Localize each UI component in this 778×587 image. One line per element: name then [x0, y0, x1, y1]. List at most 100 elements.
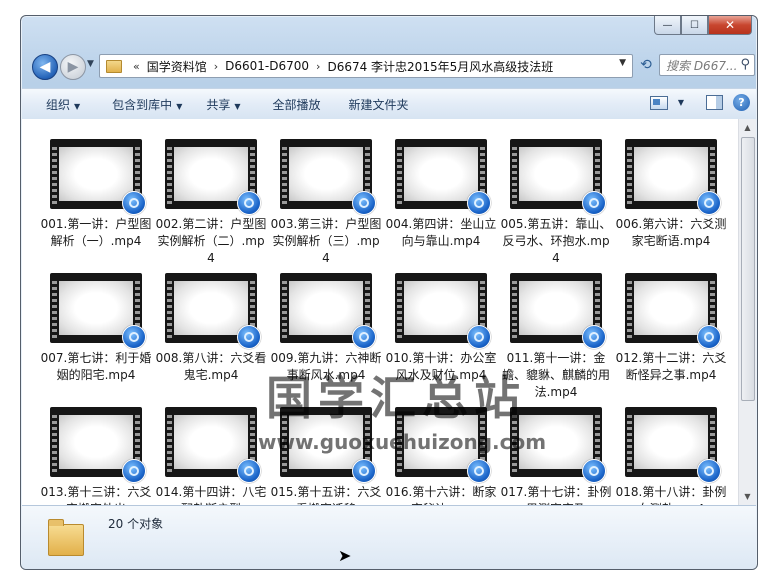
file-name: 009.第九讲：六神断事断风水.mp4: [270, 351, 382, 382]
file-name: 016.第十六讲：断家宅秘诀——: [385, 485, 497, 505]
maximize-button[interactable]: ☐: [681, 16, 708, 35]
help-icon[interactable]: ?: [733, 94, 750, 111]
media-player-icon: [352, 459, 376, 483]
vertical-scrollbar[interactable]: ▲ ▼: [738, 119, 756, 505]
film-strip: [282, 412, 287, 474]
file-item[interactable]: 002.第二讲：户型图实例解析（二）.mp4: [156, 139, 276, 269]
explorer-window: — ☐ ✕ ◀ ▶ ▼ « 国学资料馆 › D6601-D6700 › D667…: [20, 15, 758, 570]
file-name: 006.第六讲：六爻测家宅断语.mp4: [615, 217, 727, 248]
file-item[interactable]: 017.第十七讲：卦例男测家宅及: [501, 407, 621, 505]
breadcrumb-overflow[interactable]: «: [133, 60, 140, 73]
file-item[interactable]: 016.第十六讲：断家宅秘诀——: [386, 407, 506, 505]
scrollbar-thumb[interactable]: [741, 137, 755, 401]
play-all-button[interactable]: 全部播放: [253, 96, 333, 113]
forward-button[interactable]: ▶: [60, 54, 86, 80]
video-frame: [404, 147, 478, 201]
film-strip: [397, 144, 402, 206]
share-label: 共享: [206, 97, 231, 112]
scroll-up-button[interactable]: ▲: [739, 119, 756, 136]
video-frame: [174, 281, 248, 335]
media-player-icon: [697, 191, 721, 215]
film-strip: [512, 144, 517, 206]
file-item[interactable]: 006.第六讲：六爻测家宅断语.mp4: [616, 139, 736, 269]
change-view-icon[interactable]: [649, 95, 668, 110]
file-name: 013.第十三讲：六爻定搬家外出: [40, 485, 152, 505]
file-item[interactable]: 013.第十三讲：六爻定搬家外出: [41, 407, 161, 505]
video-frame: [519, 147, 593, 201]
media-player-icon: [237, 191, 261, 215]
file-item[interactable]: 015.第十五讲：六爻看搬家迁移: [271, 407, 391, 505]
search-input[interactable]: 搜索 D667... ⚲: [659, 54, 755, 76]
video-frame: [404, 281, 478, 335]
video-frame: [634, 147, 708, 201]
file-name: 001.第一讲：户型图解析（一）.mp4: [40, 217, 152, 248]
file-item[interactable]: 011.第十一讲：金蟾、貔貅、麒麟的用法.mp4: [502, 273, 621, 403]
media-player-icon: [582, 191, 606, 215]
refresh-button[interactable]: ⟲: [635, 54, 657, 76]
recent-pages-button[interactable]: ▼: [87, 59, 94, 69]
file-item[interactable]: 001.第一讲：户型图解析（一）.mp4: [41, 139, 161, 269]
breadcrumb-item[interactable]: D6601-D6700: [223, 59, 311, 73]
file-item[interactable]: 008.第八讲：六爻看鬼宅.mp4: [156, 273, 276, 403]
organize-button[interactable]: 组织 ▼: [22, 96, 92, 113]
file-name: 018.第十八讲：卦例女测卦.mp4: [615, 485, 727, 505]
film-strip: [282, 278, 287, 340]
video-frame: [519, 281, 593, 335]
close-button[interactable]: ✕: [708, 16, 752, 35]
caption-buttons: — ☐ ✕: [654, 16, 752, 36]
file-item[interactable]: 004.第四讲：坐山立向与靠山.mp4: [386, 139, 506, 269]
folder-icon: [106, 59, 122, 73]
file-name: 003.第三讲：户型图实例解析（三）.mp4: [270, 217, 382, 265]
film-strip: [52, 144, 57, 206]
view-options-dropdown[interactable]: ▼: [678, 98, 684, 107]
organize-label: 组织: [46, 97, 71, 112]
preview-pane-icon[interactable]: [706, 95, 723, 110]
media-player-icon: [697, 325, 721, 349]
address-dropdown-button[interactable]: ▼: [619, 58, 626, 68]
video-frame: [59, 281, 133, 335]
file-name: 015.第十五讲：六爻看搬家迁移: [270, 485, 382, 505]
file-name: 005.第五讲：靠山、反弓水、环抱水.mp4: [500, 217, 612, 265]
media-player-icon: [582, 459, 606, 483]
file-item[interactable]: 018.第十八讲：卦例女测卦.mp4: [616, 407, 736, 505]
file-item[interactable]: 005.第五讲：靠山、反弓水、环抱水.mp4: [501, 139, 621, 269]
film-strip: [167, 144, 172, 206]
scroll-down-button[interactable]: ▼: [739, 488, 756, 505]
share-button[interactable]: 共享 ▼: [194, 96, 252, 113]
media-player-icon: [237, 325, 261, 349]
file-name: 007.第七讲：利于婚姻的阳宅.mp4: [40, 351, 152, 382]
breadcrumb-item[interactable]: D6674 李计忠2015年5月风水高级技法班: [325, 58, 555, 75]
refresh-icon: ⟲: [640, 57, 652, 73]
video-frame: [59, 147, 133, 201]
video-frame: [634, 281, 708, 335]
item-count: 20 个对象: [108, 517, 164, 531]
search-icon[interactable]: ⚲: [740, 57, 750, 72]
file-item[interactable]: 012.第十二讲：六爻断怪异之事.mp4: [616, 273, 736, 403]
back-button[interactable]: ◀: [32, 54, 58, 80]
address-bar[interactable]: « 国学资料馆 › D6601-D6700 › D6674 李计忠2015年5月…: [99, 54, 633, 78]
file-name: 008.第八讲：六爻看鬼宅.mp4: [155, 351, 267, 382]
video-frame: [634, 415, 708, 469]
media-player-icon: [122, 459, 146, 483]
file-item[interactable]: 007.第七讲：利于婚姻的阳宅.mp4: [41, 273, 161, 403]
new-folder-button[interactable]: 新建文件夹: [333, 96, 421, 113]
file-name: 017.第十七讲：卦例男测家宅及: [500, 485, 612, 505]
file-name: 004.第四讲：坐山立向与靠山.mp4: [385, 217, 497, 248]
file-item[interactable]: 014.第十四讲：八宅配卦断户型: [156, 407, 276, 505]
file-item[interactable]: 003.第三讲：户型图实例解析（三）.mp4: [271, 139, 391, 269]
film-strip: [397, 412, 402, 474]
file-name: 011.第十一讲：金蟾、貔貅、麒麟的用法.mp4: [501, 351, 610, 399]
include-in-library-button[interactable]: 包含到库中 ▼: [92, 96, 194, 113]
file-item[interactable]: 009.第九讲：六神断事断风水.mp4: [271, 273, 391, 403]
file-name: 012.第十二讲：六爻断怪异之事.mp4: [615, 351, 727, 382]
breadcrumb-separator[interactable]: ›: [214, 60, 218, 73]
search-placeholder: 搜索 D667...: [666, 58, 738, 73]
breadcrumb-item[interactable]: 国学资料馆: [145, 58, 209, 75]
video-frame: [289, 281, 363, 335]
media-player-icon: [467, 459, 491, 483]
media-player-icon: [467, 325, 491, 349]
arrow-right-icon: ▶: [67, 59, 79, 75]
file-item[interactable]: 010.第十讲：办公室风水及财位.mp4: [386, 273, 506, 403]
breadcrumb-separator[interactable]: ›: [316, 60, 320, 73]
minimize-button[interactable]: —: [654, 16, 681, 35]
